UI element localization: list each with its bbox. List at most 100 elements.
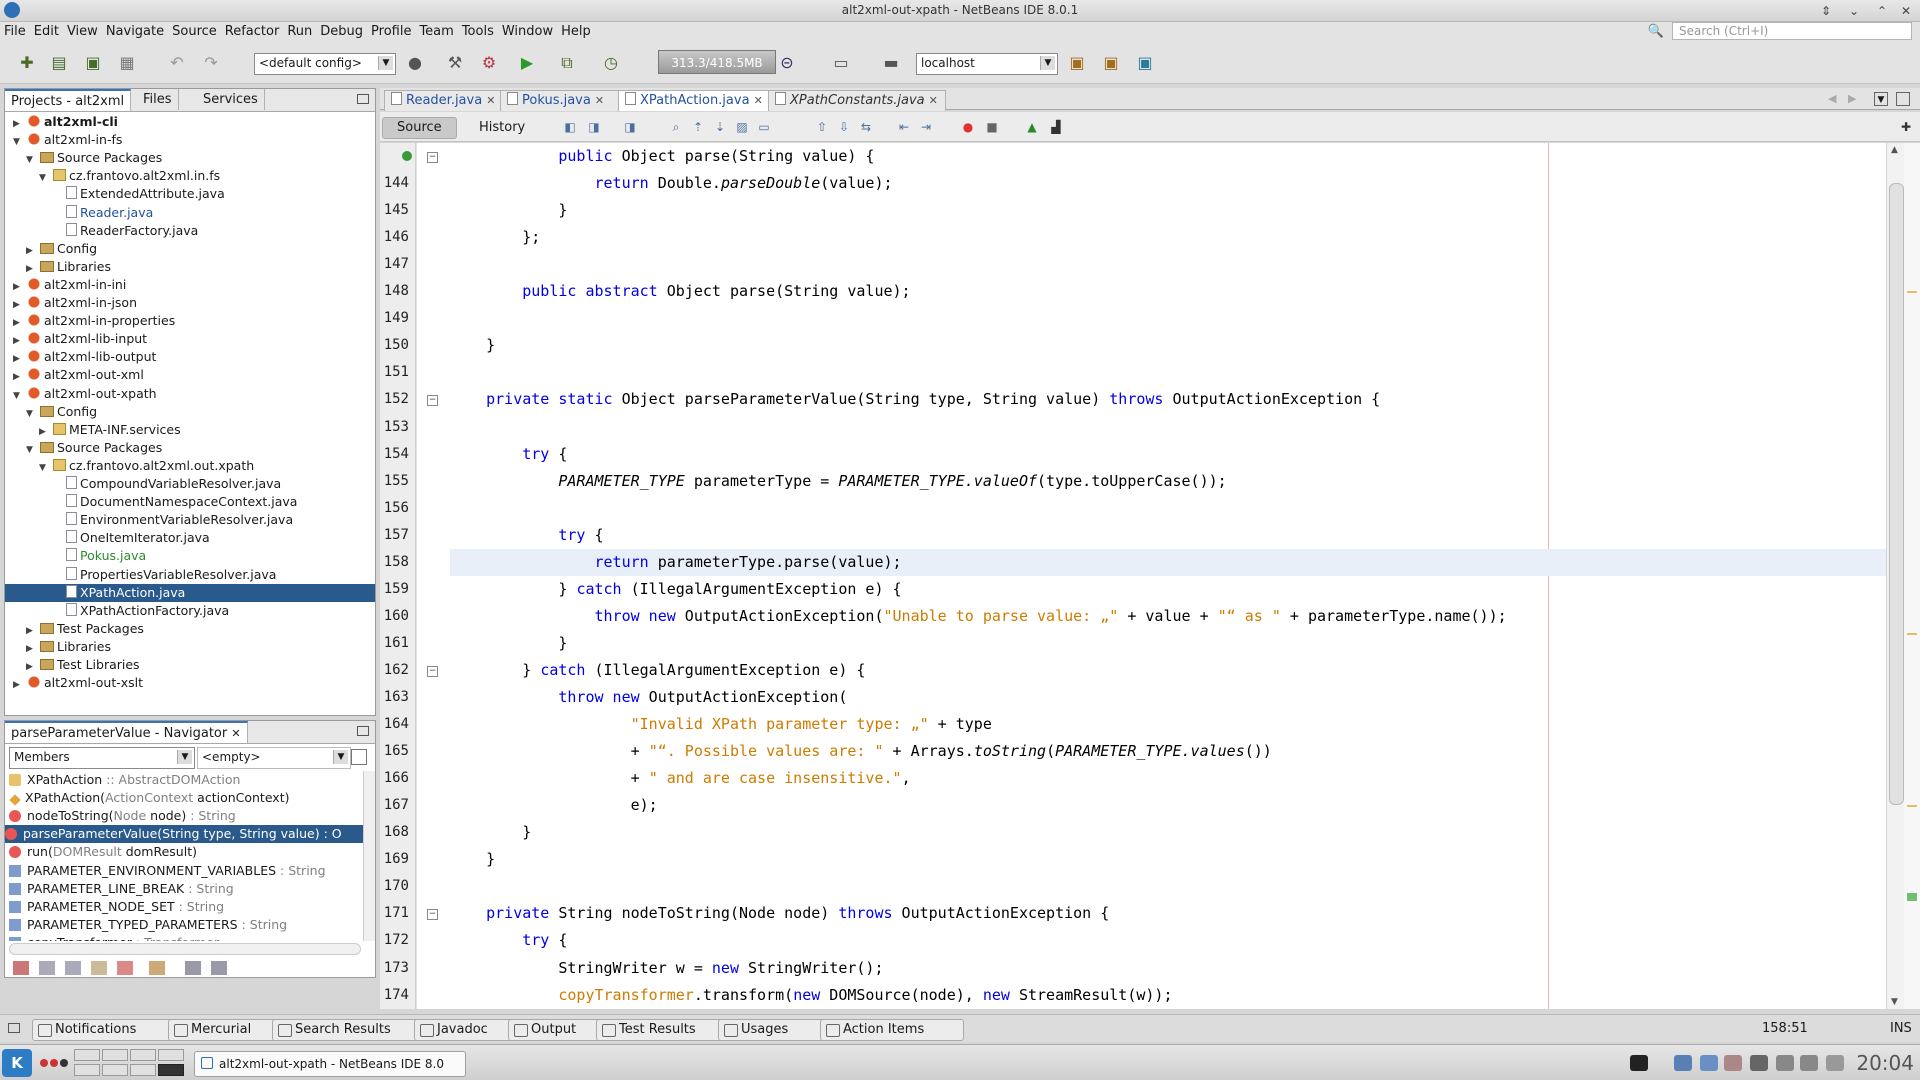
filter-fields-icon[interactable] <box>39 961 55 975</box>
filter-inherited-icon[interactable] <box>13 961 29 975</box>
warning-mark[interactable] <box>1907 805 1917 807</box>
member-item[interactable]: run(DOMResult domResult) <box>9 843 197 861</box>
desktop-8[interactable] <box>158 1064 184 1076</box>
desktop-5[interactable] <box>74 1064 100 1076</box>
fold-toggle-icon[interactable]: − <box>427 152 438 163</box>
code-line[interactable]: private static Object parseParameterValu… <box>450 386 1886 413</box>
member-item[interactable]: copyTransformer : Transformer <box>9 934 219 941</box>
tab-action-items[interactable]: Action Items <box>820 1019 964 1041</box>
code-line[interactable] <box>450 251 1886 278</box>
taskbar-item-netbeans[interactable]: alt2xml-out-xpath - NetBeans IDE 8.0 <box>194 1051 466 1077</box>
tab-notifications[interactable]: Notifications <box>32 1019 188 1041</box>
code-line[interactable]: public abstract Object parse(String valu… <box>450 278 1886 305</box>
chevron-down-icon[interactable]: ▼ <box>39 459 53 477</box>
tree-node[interactable]: ▶ alt2xml-out-xml <box>13 366 144 384</box>
deploy-icon[interactable]: ▣ <box>1066 52 1088 74</box>
scroll-up-icon[interactable]: ▲ <box>1891 145 1898 155</box>
close-icon[interactable]: ✕ <box>929 94 938 107</box>
tree-node[interactable]: ExtendedAttribute.java <box>52 185 225 203</box>
member-item[interactable]: XPathAction(ActionContext actionContext) <box>9 789 289 807</box>
forward-icon[interactable]: ◨ <box>622 120 638 134</box>
last-edit-icon[interactable]: ◧ <box>562 120 578 134</box>
code-line[interactable]: + "“. Possible values are: " + Arrays.to… <box>450 738 1886 765</box>
code-line[interactable] <box>450 305 1886 332</box>
code-line[interactable]: "Invalid XPath parameter type: „" + type <box>450 711 1886 738</box>
scrollbar-thumb[interactable] <box>1889 183 1904 805</box>
desktop-3[interactable] <box>130 1049 156 1061</box>
editor-tab[interactable]: Pokus.java ✕ <box>500 90 626 111</box>
split-editor-icon[interactable]: ✚ <box>1898 120 1914 134</box>
tree-node[interactable]: ▶ Libraries <box>26 638 111 656</box>
code-line[interactable]: throw new OutputActionException( <box>450 684 1886 711</box>
gc-icon[interactable]: ⊝ <box>776 52 798 74</box>
code-line[interactable] <box>450 414 1886 441</box>
tree-node[interactable]: XPathAction.java <box>5 583 375 602</box>
comment-icon[interactable]: ▲ <box>1024 120 1040 134</box>
desktop-pager[interactable] <box>74 1049 186 1077</box>
activity-dark-icon[interactable] <box>60 1059 68 1067</box>
tree-node[interactable]: ▼ cz.frantovo.alt2xml.in.fs <box>39 167 220 185</box>
member-item[interactable]: PARAMETER_ENVIRONMENT_VARIABLES : String <box>9 862 326 880</box>
code-line[interactable] <box>450 495 1886 522</box>
code-line[interactable]: private String nodeToString(Node node) t… <box>450 900 1886 927</box>
find-next-icon[interactable]: ⇣ <box>712 120 728 134</box>
tree-node[interactable]: OneItemIterator.java <box>52 529 210 547</box>
code-editor[interactable]: public Object parse(String value) { retu… <box>450 143 1886 1009</box>
code-line[interactable]: PARAMETER_TYPE parameterType = PARAMETER… <box>450 468 1886 495</box>
clock[interactable]: 20:04 <box>1856 1051 1914 1075</box>
tree-node[interactable]: ReaderFactory.java <box>52 222 198 240</box>
tree-node[interactable]: EnvironmentVariableResolver.java <box>52 511 293 529</box>
fold-toggle-icon[interactable]: − <box>427 395 438 407</box>
close-icon[interactable]: ✕ <box>1898 3 1914 19</box>
code-line[interactable]: } <box>450 630 1886 657</box>
tree-node[interactable]: ▶ Test Libraries <box>26 656 140 674</box>
search-input[interactable]: Search (Ctrl+I) <box>1672 22 1912 40</box>
tab-navigator[interactable]: parseParameterValue - Navigator ✕ <box>5 721 248 743</box>
new-project-icon[interactable]: ✚ <box>16 52 38 74</box>
chevron-down-icon[interactable]: ▼ <box>26 405 40 423</box>
tree-node[interactable]: ▶ META-INF.services <box>39 421 181 439</box>
code-line[interactable]: } catch (IllegalArgumentException e) { <box>450 657 1886 684</box>
menu-source[interactable]: Source <box>168 22 221 42</box>
menu-navigate[interactable]: Navigate <box>102 22 168 42</box>
member-item[interactable]: parseParameterValue(String type, String … <box>5 825 363 844</box>
redo-icon[interactable]: ↷ <box>200 52 222 74</box>
member-item[interactable]: PARAMETER_TYPED_PARAMETERS : String <box>9 916 287 934</box>
bluetooth-icon[interactable] <box>1776 1055 1794 1071</box>
chevron-down-icon[interactable]: ▼ <box>26 441 40 459</box>
minimize-panel-icon[interactable] <box>357 94 369 104</box>
sort-by-source-icon[interactable] <box>185 961 201 975</box>
toggle-bookmark-icon[interactable]: ⇆ <box>858 120 874 134</box>
menu-edit[interactable]: Edit <box>30 22 63 42</box>
menu-file[interactable]: File <box>0 22 30 42</box>
deploy-remote-icon[interactable]: ▣ <box>1100 52 1122 74</box>
override-icon[interactable] <box>402 151 412 161</box>
activity-red-icon[interactable] <box>40 1059 48 1067</box>
close-icon[interactable]: ✕ <box>486 94 495 107</box>
tree-node[interactable]: ▶ alt2xml-cli <box>13 113 118 131</box>
code-line[interactable] <box>450 359 1886 386</box>
tree-node[interactable]: ▼ Source Packages <box>26 149 162 167</box>
tree-node[interactable]: ▶ alt2xml-in-properties <box>13 312 175 330</box>
desktop-4[interactable] <box>158 1049 184 1061</box>
build-icon[interactable]: ⚒ <box>444 52 466 74</box>
code-line[interactable]: StringWriter w = new StringWriter(); <box>450 955 1886 982</box>
chevron-down-icon[interactable]: ▼ <box>26 151 40 169</box>
next-bookmark-icon[interactable]: ⇩ <box>836 120 852 134</box>
code-line[interactable]: } <box>450 332 1886 359</box>
search-icon[interactable]: 🔍 <box>1648 24 1664 39</box>
tree-node[interactable]: ▶ alt2xml-in-json <box>13 294 137 312</box>
clipboard-icon[interactable] <box>1700 1055 1718 1071</box>
tree-node[interactable]: ▶ Test Packages <box>26 620 144 638</box>
minimize-panel-icon[interactable] <box>357 726 369 736</box>
chevron-down-icon[interactable]: ▼ <box>39 169 53 187</box>
memory-indicator[interactable]: 313.3/418.5MB <box>658 50 776 74</box>
tree-node[interactable]: ▶ Libraries <box>26 258 111 276</box>
save-all-icon[interactable]: ▦ <box>116 52 138 74</box>
history-button[interactable]: History <box>464 117 540 139</box>
menu-team[interactable]: Team <box>415 22 457 42</box>
terminal-icon[interactable] <box>1630 1055 1648 1071</box>
tree-node[interactable]: XPathActionFactory.java <box>52 602 229 620</box>
filter-inner-icon[interactable] <box>117 961 133 975</box>
tree-node[interactable]: Reader.java <box>52 204 153 222</box>
